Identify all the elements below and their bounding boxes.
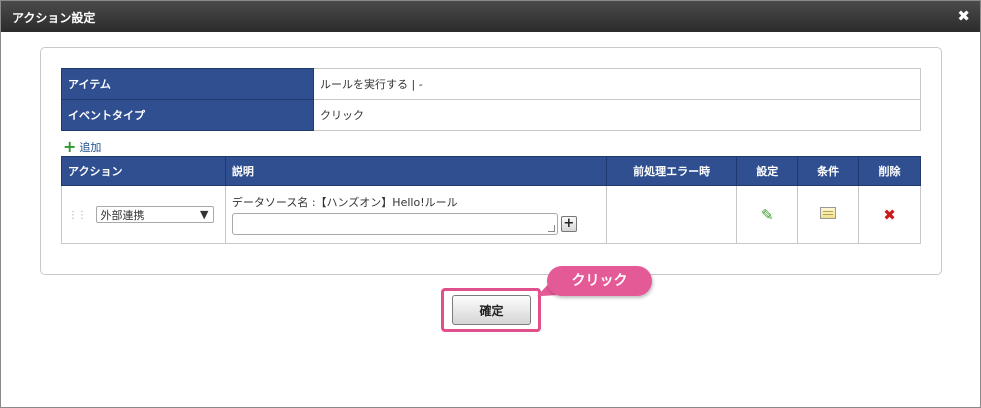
description-input-row: + bbox=[231, 213, 600, 235]
description-textarea[interactable] bbox=[231, 213, 558, 235]
add-link-label: 追加 bbox=[79, 141, 102, 154]
item-info-table: アイテム ルールを実行する | - イベントタイプ クリック bbox=[61, 68, 921, 131]
item-label: アイテム bbox=[61, 68, 314, 100]
event-type-value: クリック bbox=[313, 99, 921, 131]
dialog-titlebar: アクション設定 ✖ bbox=[1, 1, 980, 32]
description-text: データソース名 :【ハンズオン】Hello!ルール bbox=[231, 196, 458, 209]
column-header-action: アクション bbox=[61, 156, 226, 186]
pencil-icon[interactable]: ✎ bbox=[761, 206, 774, 224]
event-type-label: イベントタイプ bbox=[61, 99, 314, 131]
column-header-pre-error: 前処理エラー時 bbox=[605, 156, 738, 186]
table-header-row: アクション 説明 前処理エラー時 設定 条件 削除 bbox=[61, 156, 921, 186]
action-cell: ⋮⋮ 外部連携 ▼ bbox=[61, 185, 226, 244]
add-description-button[interactable]: + bbox=[560, 216, 577, 232]
action-settings-dialog: アクション設定 ✖ アイテム ルールを実行する | - イベントタイプ クリック… bbox=[0, 0, 981, 408]
table-row: アイテム ルールを実行する | - bbox=[61, 68, 921, 100]
settings-panel: アイテム ルールを実行する | - イベントタイプ クリック + 追加 アクショ… bbox=[40, 47, 942, 275]
click-callout: クリック bbox=[547, 266, 652, 296]
column-header-condition: 条件 bbox=[797, 156, 860, 186]
table-row: ⋮⋮ 外部連携 ▼ データソース名 :【ハンズオン】Hello!ルール + ✎ bbox=[61, 185, 921, 244]
settings-cell: ✎ bbox=[736, 185, 799, 244]
plus-icon: + bbox=[63, 137, 77, 156]
add-action-link[interactable]: + 追加 bbox=[63, 139, 101, 155]
column-header-settings: 設定 bbox=[736, 156, 799, 186]
close-icon[interactable]: ✖ bbox=[957, 7, 970, 25]
dropdown-arrow-icon: ▼ bbox=[200, 208, 209, 221]
description-cell: データソース名 :【ハンズオン】Hello!ルール + bbox=[224, 185, 607, 244]
pre-error-cell bbox=[605, 185, 738, 244]
note-icon[interactable] bbox=[820, 207, 837, 219]
column-header-delete: 削除 bbox=[858, 156, 921, 186]
drag-handle-icon[interactable]: ⋮⋮ bbox=[68, 210, 87, 221]
action-select-value: 外部連携 bbox=[100, 208, 145, 222]
table-row: イベントタイプ クリック bbox=[61, 99, 921, 131]
actions-table: アクション 説明 前処理エラー時 設定 条件 削除 ⋮⋮ 外部連携 ▼ データソ… bbox=[61, 156, 921, 244]
confirm-button[interactable]: 確定 bbox=[452, 295, 531, 325]
delete-icon[interactable]: ✖ bbox=[883, 206, 896, 224]
condition-cell bbox=[797, 185, 860, 244]
dialog-title: アクション設定 bbox=[12, 11, 96, 25]
action-select[interactable]: 外部連携 ▼ bbox=[95, 206, 214, 223]
column-header-description: 説明 bbox=[224, 156, 607, 186]
item-value: ルールを実行する | - bbox=[313, 68, 921, 100]
delete-cell: ✖ bbox=[858, 185, 921, 244]
